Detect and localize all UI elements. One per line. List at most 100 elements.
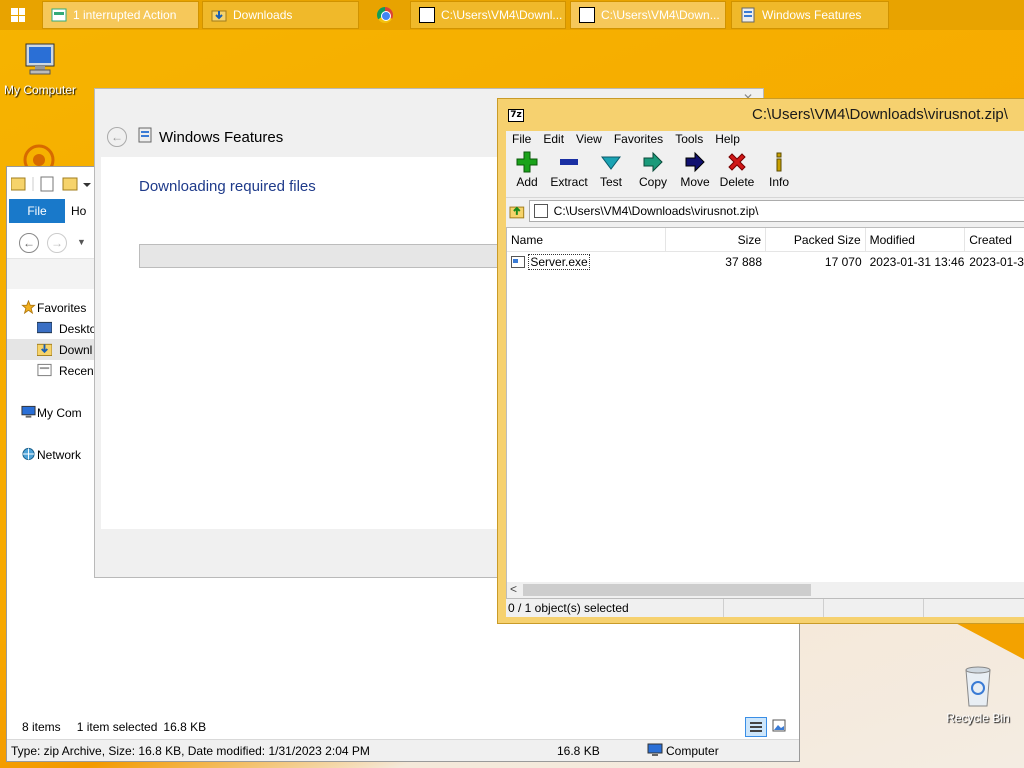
list-header: Name Size Packed Size Modified Created [507,228,1024,252]
column-header-size[interactable]: Size [666,228,766,251]
large-icons-view-icon [772,719,786,732]
details-view-button[interactable] [745,717,767,737]
menu-view[interactable]: View [570,131,608,149]
desktop-icon-mandala[interactable] [14,140,64,166]
scrollbar-thumb[interactable] [523,584,811,596]
up-folder-icon[interactable] [509,203,525,219]
desktop-icon-recycle-bin[interactable]: Recycle Bin [940,664,1016,725]
selection-size: 16.8 KB [163,720,207,734]
sidebar-item-downloads[interactable]: Downl [7,339,101,360]
mandala-icon [23,144,55,166]
table-row[interactable]: Server.exe 37 888 17 070 2023-01-31 13:4… [507,252,1024,272]
status-segment [824,599,924,617]
status-bar: 8 items 1 item selected 16.8 KB [7,717,799,737]
tab-file[interactable]: File [9,199,65,223]
sidebar-item-network[interactable]: Network [7,444,101,465]
folder-download-icon [211,10,227,22]
test-button[interactable]: Test [590,151,632,189]
title-bar: 7z C:\Users\VM4\Downloads\virusnot.zip\ [498,99,1024,131]
details-size: 16.8 KB [557,743,600,758]
selection-count: 1 item selected [76,720,158,734]
column-header-created[interactable]: Created [965,228,1024,251]
column-header-name[interactable]: Name [507,228,667,251]
info-button[interactable]: Info [758,151,800,189]
downloads-folder-icon [37,343,52,356]
status-segment [924,599,1024,617]
download-progress-bar [139,244,559,268]
sidebar-item-label: Deskto [59,321,97,336]
details-type: Type: zip Archive, Size: 16.8 KB, Date m… [11,743,370,758]
tool-label: Move [680,175,710,189]
desktop-icon-label: My Computer [3,83,77,97]
network-icon [22,447,35,461]
taskbar-button-downloads[interactable]: Downloads [202,1,359,29]
file-created: 2023-01-3 [969,255,1024,269]
test-icon [599,151,623,173]
taskbar-button-chrome[interactable] [364,1,406,29]
recent-places-icon [37,363,52,377]
7zip-icon: 7z [579,7,595,23]
sidebar-item-label: Network [37,447,82,462]
menu-edit[interactable]: Edit [537,131,570,149]
move-icon [683,151,707,173]
taskbar-button-7zip-1[interactable]: 7z C:\Users\VM4\Downl... [410,1,566,29]
taskbar-button-windows-features[interactable]: Windows Features [731,1,889,29]
menu-tools[interactable]: Tools [669,131,709,149]
menu-help[interactable]: Help [709,131,746,149]
sidebar-item-recent[interactable]: Recent [7,360,101,381]
sidebar-item-label: Recent [59,363,98,378]
add-icon [515,151,539,173]
windows-logo-icon [11,8,25,22]
extract-icon [557,151,581,173]
7zip-window: 7z C:\Users\VM4\Downloads\virusnot.zip\ … [497,98,1024,624]
menu-favorites[interactable]: Favorites [608,131,669,149]
file-list: Name Size Packed Size Modified Created S… [506,227,1024,599]
desktop-icon-my-computer[interactable]: My Computer [0,40,80,97]
back-arrow-icon[interactable]: ← [107,127,127,147]
column-header-modified[interactable]: Modified [866,228,966,251]
dialog-title: Windows Features [159,129,284,146]
taskbar-button-label: C:\Users\VM4\Downl... [441,8,563,22]
windows-features-icon [741,7,755,23]
navigation-pane: Favorites Deskto Downl Recent My Com Net… [7,297,101,465]
file-modified: 2023-01-31 13:46 [869,255,965,269]
delete-button[interactable]: Delete [716,151,758,189]
sidebar-item-desktop[interactable]: Deskto [7,318,101,339]
sidebar-item-my-computer[interactable]: My Com [7,402,101,423]
tool-label: Delete [719,175,755,189]
sidebar-item-favorites[interactable]: Favorites [7,297,101,318]
tool-label: Info [768,175,789,189]
taskbar-button-label: Downloads [233,8,293,22]
recent-locations-chevron-icon[interactable]: ▼ [77,237,86,247]
chrome-icon [377,7,393,23]
status-bar: 0 / 1 object(s) selected [506,599,1024,617]
add-button[interactable]: Add [506,151,548,189]
copy-button[interactable]: Copy [632,151,674,189]
window-title: C:\Users\VM4\Downloads\virusnot.zip\ [752,106,1008,123]
status-segment [724,599,824,617]
path-text: C:\Users\VM4\Downloads\virusnot.zip\ [553,203,759,218]
horizontal-scrollbar[interactable]: < [507,582,1024,598]
move-button[interactable]: Move [674,151,716,189]
tab-home[interactable]: Ho [65,199,95,223]
taskbar-button-interrupted-action[interactable]: 1 interrupted Action [42,1,199,29]
computer-icon [21,405,36,418]
details-location: Computer [666,743,719,758]
path-input[interactable]: C:\Users\VM4\Downloads\virusnot.zip\ [528,199,1024,222]
file-name: Server.exe [528,254,590,270]
start-button[interactable] [0,0,36,30]
back-arrow-icon[interactable]: ← [19,233,39,253]
item-count: 8 items [22,720,61,734]
taskbar-button-label: C:\Users\VM4\Down... [601,8,720,22]
column-header-packed-size[interactable]: Packed Size [766,228,866,251]
scroll-left-icon[interactable]: < [510,582,517,596]
extract-button[interactable]: Extract [548,151,590,189]
quick-access-icons [11,176,91,192]
taskbar-button-7zip-2[interactable]: 7z C:\Users\VM4\Down... [570,1,726,29]
large-icons-view-button[interactable] [769,717,789,737]
menu-file[interactable]: File [506,131,537,149]
forward-arrow-icon[interactable]: → [47,233,67,253]
windows-features-icon [138,127,152,143]
selection-status: 0 / 1 object(s) selected [506,599,724,617]
taskbar-button-label: Windows Features [762,8,862,22]
